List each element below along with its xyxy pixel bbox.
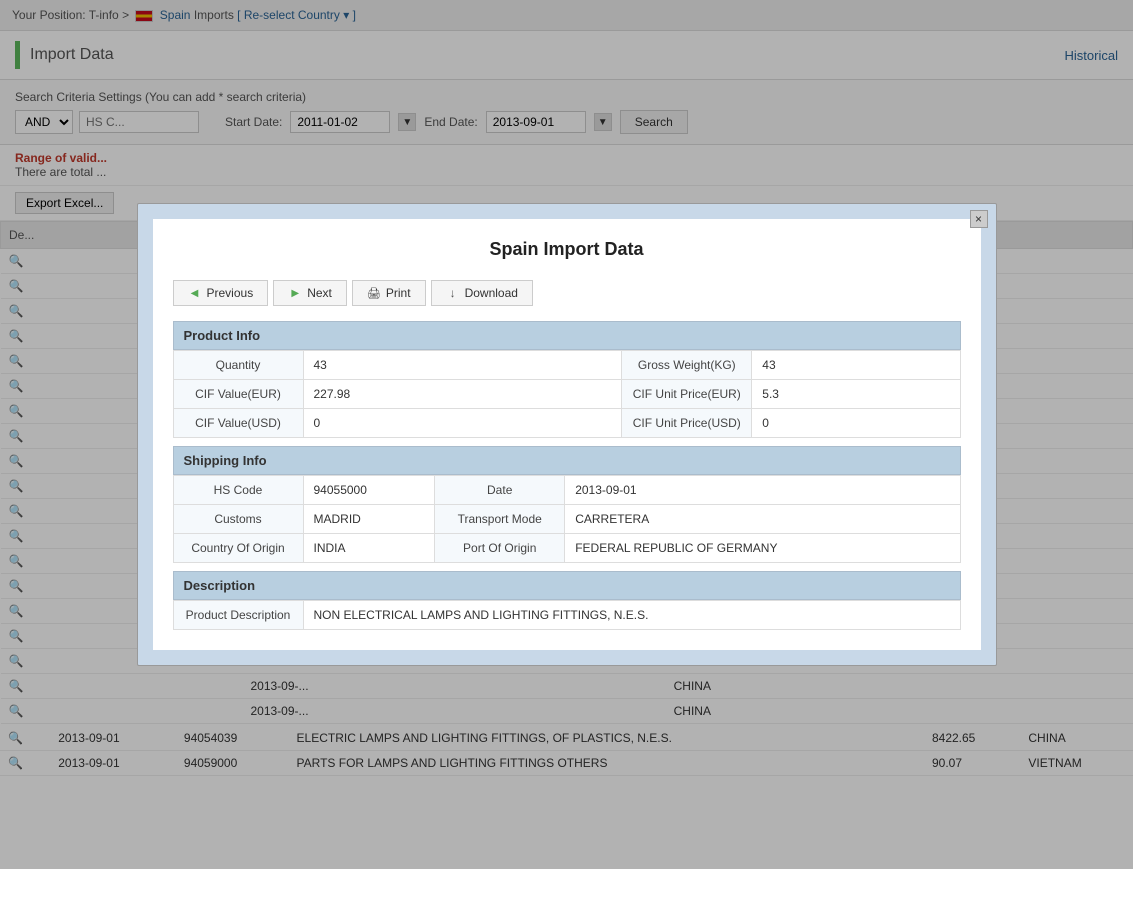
hs-code-label: HS Code [173,476,303,505]
product-info-section: Product Info Quantity 43 Gross Weight(KG… [173,321,961,438]
download-label: Download [465,286,518,300]
transport-mode-label: Transport Mode [435,505,565,534]
gross-weight-label: Gross Weight(KG) [622,351,752,380]
description-table: Product Description NON ELECTRICAL LAMPS… [173,600,961,630]
print-button[interactable]: Print [352,280,426,306]
modal-title: Spain Import Data [173,239,961,260]
date-value: 2013-09-01 [565,476,960,505]
download-icon [446,286,460,300]
quantity-label: Quantity [173,351,303,380]
cif-value-eur-label: CIF Value(EUR) [173,380,303,409]
customs-row: Customs MADRID Transport Mode CARRETERA [173,505,960,534]
quantity-value: 43 [303,351,622,380]
country-of-origin-value: INDIA [303,534,435,563]
shipping-info-section: Shipping Info HS Code 94055000 Date 2013… [173,446,961,563]
date-label: Date [435,476,565,505]
cif-unit-price-eur-value: 5.3 [752,380,960,409]
cif-eur-row: CIF Value(EUR) 227.98 CIF Unit Price(EUR… [173,380,960,409]
download-button[interactable]: Download [431,280,533,306]
product-description-row: Product Description NON ELECTRICAL LAMPS… [173,601,960,630]
print-icon [367,286,381,300]
shipping-info-table: HS Code 94055000 Date 2013-09-01 Customs… [173,475,961,563]
cif-unit-price-usd-label: CIF Unit Price(USD) [622,409,752,438]
customs-value: MADRID [303,505,435,534]
product-desc-label: Product Description [173,601,303,630]
previous-button[interactable]: Previous [173,280,269,306]
quantity-row: Quantity 43 Gross Weight(KG) 43 [173,351,960,380]
hs-code-value: 94055000 [303,476,435,505]
cif-usd-row: CIF Value(USD) 0 CIF Unit Price(USD) 0 [173,409,960,438]
modal-inner: Spain Import Data Previous Next Print [153,219,981,650]
next-label: Next [307,286,332,300]
gross-weight-value: 43 [752,351,960,380]
country-of-origin-label: Country Of Origin [173,534,303,563]
previous-icon [188,286,202,300]
cif-unit-price-usd-value: 0 [752,409,960,438]
cif-value-usd-label: CIF Value(USD) [173,409,303,438]
print-label: Print [386,286,411,300]
product-info-table: Quantity 43 Gross Weight(KG) 43 CIF Valu… [173,350,961,438]
cif-value-eur-value: 227.98 [303,380,622,409]
cif-value-usd-value: 0 [303,409,622,438]
product-info-header: Product Info [173,321,961,350]
description-header: Description [173,571,961,600]
modal-overlay: × Spain Import Data Previous Next Print [0,0,1133,869]
hs-code-row: HS Code 94055000 Date 2013-09-01 [173,476,960,505]
modal-toolbar: Previous Next Print Download [173,280,961,306]
product-desc-value: NON ELECTRICAL LAMPS AND LIGHTING FITTIN… [303,601,960,630]
next-button[interactable]: Next [273,280,347,306]
next-icon [288,286,302,300]
modal-container: × Spain Import Data Previous Next Print [137,203,997,666]
customs-label: Customs [173,505,303,534]
modal-close-button[interactable]: × [970,210,988,228]
previous-label: Previous [207,286,254,300]
port-of-origin-label: Port Of Origin [435,534,565,563]
port-of-origin-value: FEDERAL REPUBLIC OF GERMANY [565,534,960,563]
transport-mode-value: CARRETERA [565,505,960,534]
country-origin-row: Country Of Origin INDIA Port Of Origin F… [173,534,960,563]
description-section: Description Product Description NON ELEC… [173,571,961,630]
cif-unit-price-eur-label: CIF Unit Price(EUR) [622,380,752,409]
shipping-info-header: Shipping Info [173,446,961,475]
